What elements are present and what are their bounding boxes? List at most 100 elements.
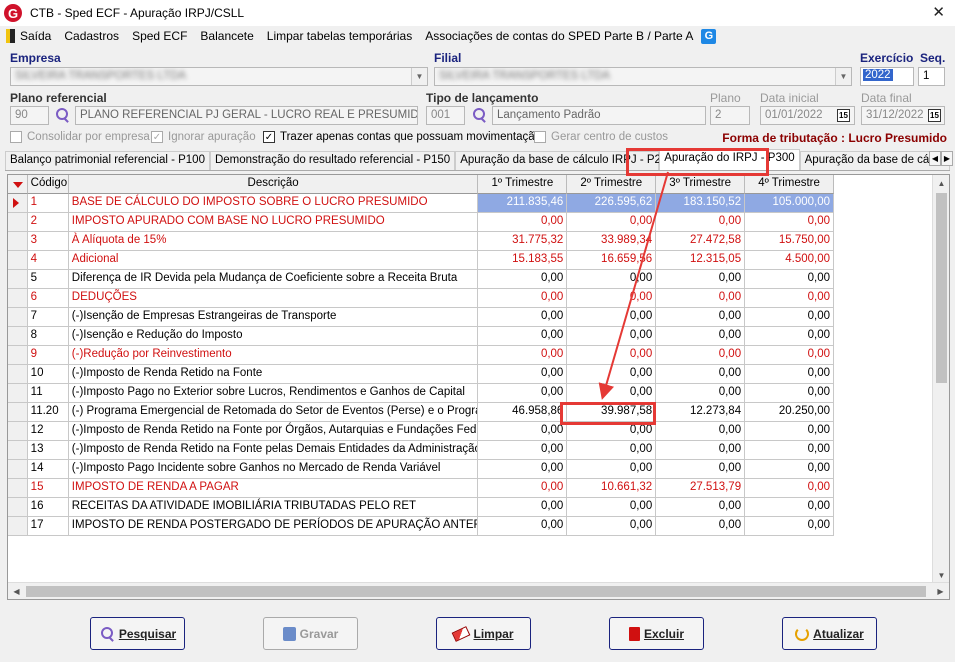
- cell-t4[interactable]: 0,00: [745, 384, 834, 403]
- tab-p150[interactable]: Demonstração do resultado referencial - …: [209, 151, 456, 170]
- row-indicator[interactable]: [8, 441, 28, 460]
- cell-t3[interactable]: 0,00: [656, 365, 746, 384]
- cell-t2[interactable]: 0,00: [567, 498, 657, 517]
- gerar-checkbox[interactable]: Gerar centro de custos: [534, 131, 668, 143]
- cell-descricao[interactable]: Diferença de IR Devida pela Mudança de C…: [68, 270, 479, 289]
- cell-codigo[interactable]: 15: [27, 479, 69, 498]
- plano-code-input[interactable]: 90: [10, 106, 49, 125]
- table-row[interactable]: 11.20 (-) Programa Emergencial de Retomad…: [8, 403, 834, 422]
- row-indicator[interactable]: [8, 384, 28, 403]
- cell-t1[interactable]: 0,00: [478, 365, 568, 384]
- table-row[interactable]: 9 (-)Redução por Reinvestimento 0,00 0,00 0,…: [8, 346, 834, 365]
- cell-t1[interactable]: 0,00: [478, 384, 568, 403]
- cell-descricao[interactable]: DEDUÇÕES: [68, 289, 479, 308]
- cell-t4[interactable]: 4.500,00: [745, 251, 834, 270]
- cell-t1[interactable]: 31.775,32: [478, 232, 568, 251]
- scroll-right-icon[interactable]: ▶: [932, 583, 949, 599]
- scroll-thumb[interactable]: [26, 586, 926, 597]
- cell-codigo[interactable]: 2: [27, 213, 69, 232]
- cell-t4[interactable]: 0,00: [745, 422, 834, 441]
- atualizar-button[interactable]: Atualizar: [782, 617, 877, 650]
- cell-t4[interactable]: 0,00: [745, 479, 834, 498]
- cell-t2[interactable]: 0,00: [567, 365, 657, 384]
- row-indicator[interactable]: [8, 251, 28, 270]
- table-row[interactable]: 6 DEDUÇÕES 0,00 0,00 0,00 0,00: [8, 289, 834, 308]
- cell-t4[interactable]: 0,00: [745, 213, 834, 232]
- cell-codigo[interactable]: 1: [27, 194, 69, 213]
- pesquisar-button[interactable]: Pesquisar: [90, 617, 185, 650]
- menu-sped-ecf[interactable]: Sped ECF: [132, 29, 187, 43]
- row-indicator[interactable]: [8, 346, 28, 365]
- cell-t3[interactable]: 0,00: [656, 327, 746, 346]
- seq-input[interactable]: 1: [918, 67, 945, 86]
- cell-codigo[interactable]: 11: [27, 384, 69, 403]
- cell-t2[interactable]: 226.595,62: [567, 194, 657, 213]
- cell-descricao[interactable]: (-)Imposto Pago Incidente sobre Ganhos n…: [68, 460, 479, 479]
- cell-descricao[interactable]: (-)Isenção de Empresas Estrangeiras de T…: [68, 308, 479, 327]
- row-indicator[interactable]: [8, 270, 28, 289]
- search-icon[interactable]: [54, 107, 70, 123]
- cell-t2[interactable]: 0,00: [567, 517, 657, 536]
- row-indicator[interactable]: [8, 289, 28, 308]
- table-row[interactable]: 16 RECEITAS DA ATIVIDADE IMOBILIÁRIA TRIB…: [8, 498, 834, 517]
- table-row[interactable]: 2 IMPOSTO APURADO COM BASE NO LUCRO PRESU…: [8, 213, 834, 232]
- cell-codigo[interactable]: 3: [27, 232, 69, 251]
- cell-codigo[interactable]: 5: [27, 270, 69, 289]
- cell-t2[interactable]: 0,00: [567, 308, 657, 327]
- cell-t3[interactable]: 27.513,79: [656, 479, 746, 498]
- calendar-icon[interactable]: 15: [928, 109, 941, 122]
- cell-t2[interactable]: 33.989,34: [567, 232, 657, 251]
- horizontal-scrollbar[interactable]: ◀ ▶: [8, 582, 949, 599]
- cell-descricao[interactable]: (-) Programa Emergencial de Retomada do …: [68, 403, 479, 422]
- checkmark-icon[interactable]: ✓: [151, 131, 163, 143]
- cell-codigo[interactable]: 12: [27, 422, 69, 441]
- cell-t2[interactable]: 0,00: [567, 327, 657, 346]
- table-row[interactable]: 10 (-)Imposto de Renda Retido na Fonte 0,0…: [8, 365, 834, 384]
- cell-codigo[interactable]: 16: [27, 498, 69, 517]
- cell-t3[interactable]: 0,00: [656, 460, 746, 479]
- exercicio-input[interactable]: 2022: [860, 67, 914, 86]
- checkbox-box[interactable]: [534, 131, 546, 143]
- cell-t2[interactable]: 0,00: [567, 384, 657, 403]
- header-t1[interactable]: 1º Trimestre: [478, 175, 568, 194]
- cell-t1[interactable]: 0,00: [478, 308, 568, 327]
- cell-codigo[interactable]: 7: [27, 308, 69, 327]
- cell-t1[interactable]: 0,00: [478, 479, 568, 498]
- ignorar-checkbox[interactable]: ✓ Ignorar apuração: [151, 131, 256, 143]
- row-indicator-header[interactable]: [8, 175, 28, 194]
- header-t2[interactable]: 2º Trimestre: [567, 175, 657, 194]
- close-icon[interactable]: ✕: [932, 3, 945, 21]
- cell-t4[interactable]: 105.000,00: [745, 194, 834, 213]
- cell-t1[interactable]: 0,00: [478, 422, 568, 441]
- chevron-right-icon[interactable]: ▶: [941, 151, 953, 166]
- cell-t2[interactable]: 39.987,58: [567, 403, 657, 422]
- cell-descricao[interactable]: IMPOSTO APURADO COM BASE NO LUCRO PRESUM…: [68, 213, 479, 232]
- header-descricao[interactable]: Descrição: [68, 175, 479, 194]
- limpar-button[interactable]: Limpar: [436, 617, 531, 650]
- table-row[interactable]: 5 Diferença de IR Devida pela Mudança de …: [8, 270, 834, 289]
- checkmark-icon[interactable]: ✓: [263, 131, 275, 143]
- cell-t2[interactable]: 0,00: [567, 441, 657, 460]
- cell-t2[interactable]: 0,00: [567, 346, 657, 365]
- menu-saida[interactable]: Saída: [20, 29, 51, 43]
- cell-t2[interactable]: 0,00: [567, 289, 657, 308]
- table-row[interactable]: 4 Adicional 15.183,55 16.659,56 12.315,05 4.5…: [8, 251, 834, 270]
- cell-descricao[interactable]: (-)Imposto de Renda Retido na Fonte: [68, 365, 479, 384]
- table-row[interactable]: 17 IMPOSTO DE RENDA POSTERGADO DE PERÍODO…: [8, 517, 834, 536]
- row-indicator[interactable]: [8, 517, 28, 536]
- cell-t3[interactable]: 12.273,84: [656, 403, 746, 422]
- table-row[interactable]: 12 (-)Imposto de Renda Retido na Fonte po…: [8, 422, 834, 441]
- menu-cadastros[interactable]: Cadastros: [64, 29, 119, 43]
- empresa-select[interactable]: SILVEIRA TRANSPORTES LTDA ▼: [10, 67, 428, 86]
- row-indicator[interactable]: [8, 365, 28, 384]
- tab-p100[interactable]: Balanço patrimonial referencial - P100: [5, 151, 210, 170]
- cell-t3[interactable]: 0,00: [656, 213, 746, 232]
- scroll-down-icon[interactable]: ▼: [933, 567, 949, 583]
- calendar-icon[interactable]: 15: [837, 109, 850, 122]
- cell-descricao[interactable]: (-)Isenção e Redução do Imposto: [68, 327, 479, 346]
- cell-descricao[interactable]: Adicional: [68, 251, 479, 270]
- cell-t2[interactable]: 16.659,56: [567, 251, 657, 270]
- vertical-scrollbar[interactable]: ▲ ▼: [932, 175, 949, 583]
- cell-t1[interactable]: 0,00: [478, 327, 568, 346]
- cell-t4[interactable]: 0,00: [745, 460, 834, 479]
